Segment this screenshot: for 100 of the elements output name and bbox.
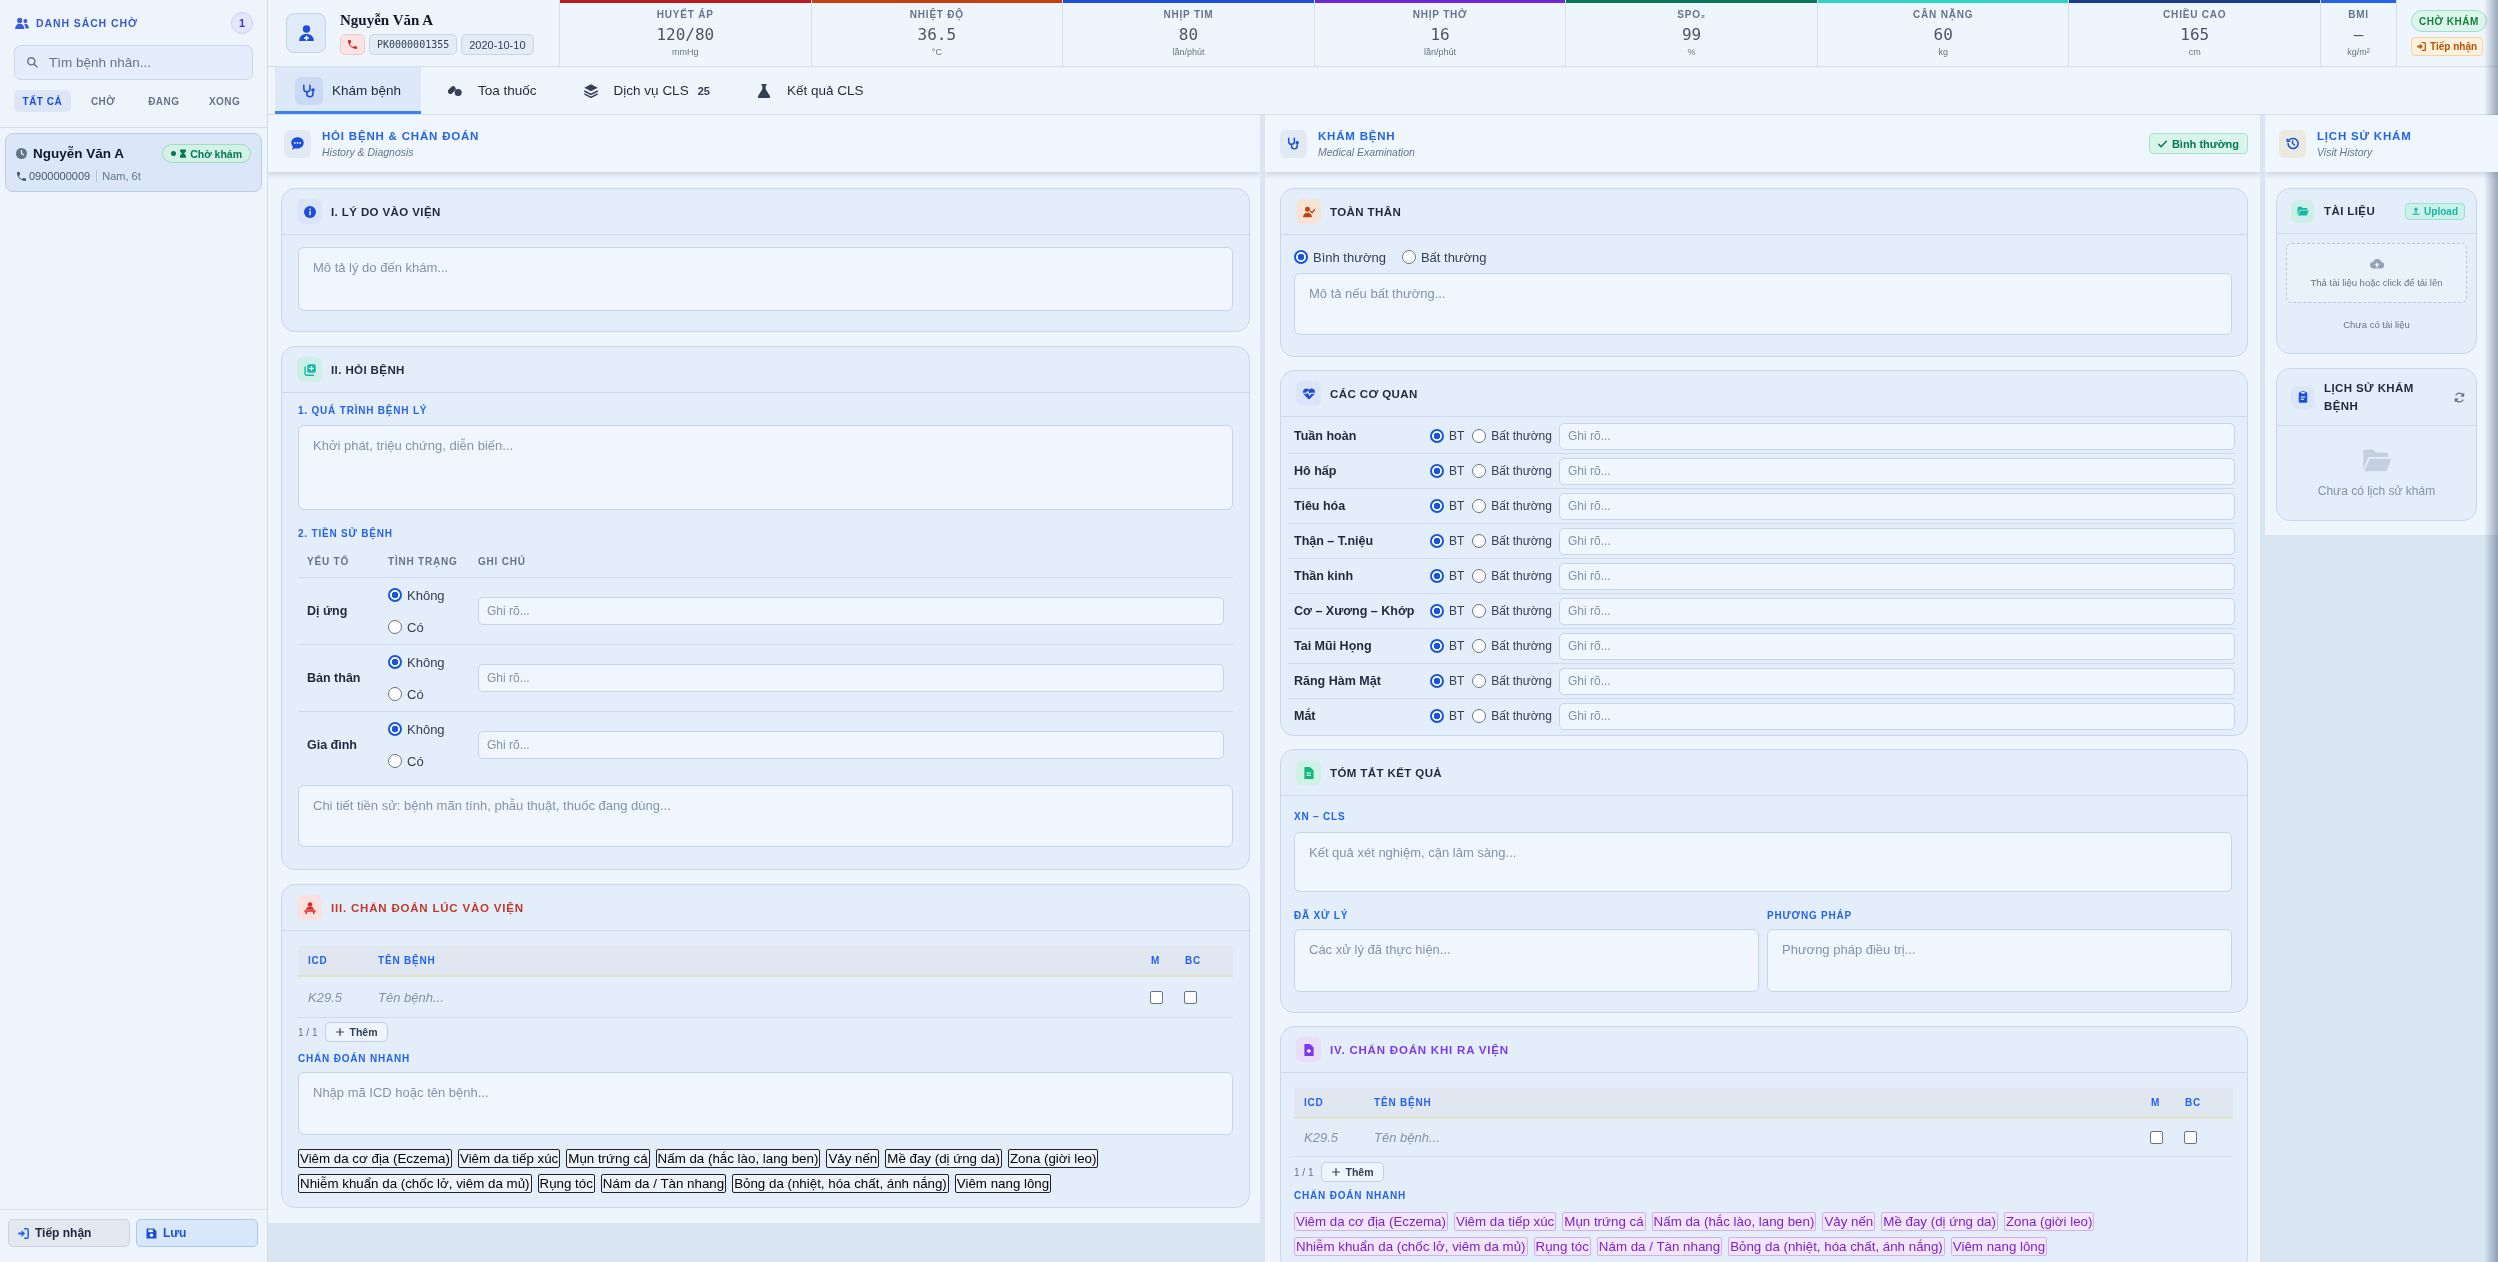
history-detail-input[interactable]: Chi tiết tiền sử: bệnh mãn tính, phẫu thuật, thuốc đang dùng... <box>298 785 1233 847</box>
checkbox[interactable] <box>1184 990 1197 1004</box>
radio-option[interactable]: Bất thường <box>1472 496 1552 516</box>
note-input[interactable]: Ghi rõ... <box>1558 632 2235 660</box>
radio-option[interactable]: BT <box>1430 671 1465 691</box>
quick-diagnosis-button[interactable]: Zona (giời leo) <box>1007 1149 1099 1168</box>
checkbox[interactable] <box>2184 1131 2197 1144</box>
note-input[interactable]: Ghi rõ... <box>1558 422 2235 450</box>
quick-diagnosis-button[interactable]: Viêm da cơ địa (Eczema) <box>298 1149 452 1168</box>
radio-option[interactable]: Có <box>388 751 424 771</box>
treatment-input[interactable]: Các xử lý đã thực hiện... <box>1294 929 1759 992</box>
radio-option[interactable]: BT <box>1430 531 1465 551</box>
checkbox[interactable] <box>2150 1131 2163 1144</box>
refresh-icon[interactable] <box>2454 391 2465 403</box>
quick-diagnosis-button[interactable]: Mụn trứng cá <box>1562 1212 1646 1231</box>
radio-option[interactable]: BT <box>1430 706 1465 726</box>
icd-code-input[interactable]: K29.5 <box>298 989 368 1005</box>
radio-option[interactable]: BT <box>1430 601 1465 621</box>
quick-diagnosis-button[interactable]: Nám da / Tàn nhang <box>600 1174 727 1193</box>
radio-option[interactable]: Bất thường <box>1472 671 1552 691</box>
quick-diagnosis-button[interactable]: Nhiễm khuẩn da (chốc lở, viêm da mủ) <box>298 1174 532 1193</box>
note-input[interactable]: Ghi rõ... <box>1558 667 2235 695</box>
radio-option[interactable]: BT <box>1430 636 1465 656</box>
radio-option[interactable]: Bất thường <box>1472 566 1552 586</box>
radio-option[interactable]: Bất thường <box>1401 247 1487 267</box>
quick-diagnosis-button[interactable]: Mụn trứng cá <box>566 1149 650 1168</box>
add-button[interactable]: Thêm <box>325 1022 389 1042</box>
quick-diagnosis-button[interactable]: Mề đay (dị ứng da) <box>885 1149 1002 1168</box>
tab[interactable]: Khám bệnh <box>275 67 422 114</box>
quick-diagnosis-button[interactable]: Viêm nang lông <box>954 1174 1052 1193</box>
note-input[interactable]: Ghi rõ... <box>1558 702 2235 730</box>
radio-option[interactable]: Không <box>388 585 445 605</box>
quick-diagnosis-button[interactable]: Nấm da (hắc lào, lang ben) <box>1651 1212 1817 1231</box>
quick-diagnosis-button[interactable]: Bỏng da (nhiệt, hóa chất, ánh nắng) <box>1728 1237 1945 1256</box>
quick-diagnosis-button[interactable]: Viêm da tiếp xúc <box>458 1149 561 1168</box>
quick-diagnosis-button[interactable]: Zona (giời leo) <box>2003 1212 2095 1231</box>
reason-input[interactable]: Mô tả lý do đến khám... <box>298 247 1233 311</box>
radio-option[interactable]: Bất thường <box>1472 636 1552 656</box>
add-button[interactable]: Thêm <box>1321 1162 1385 1182</box>
quick-diagnosis-button[interactable]: Mề đay (dị ứng da) <box>1881 1212 1998 1231</box>
quick-diagnosis-button[interactable]: Vảy nến <box>826 1149 880 1168</box>
filter-tab[interactable]: ĐANG <box>135 90 193 112</box>
note-input[interactable]: Ghi rõ... <box>478 664 1224 692</box>
quick-diagnosis-button[interactable]: Bỏng da (nhiệt, hóa chất, ánh nắng) <box>732 1174 949 1193</box>
search-field[interactable]: Tìm bệnh nhân... <box>14 45 253 80</box>
radio-option[interactable]: BT <box>1430 566 1465 586</box>
radio-option[interactable]: Bất thường <box>1472 426 1552 446</box>
users-icon <box>15 16 29 29</box>
general-notes-input[interactable]: Mô tả nếu bất thường... <box>1294 273 2232 335</box>
radio-option[interactable]: Có <box>388 617 424 637</box>
receive-button[interactable]: Tiếp nhận <box>8 1219 130 1247</box>
save-button[interactable]: Lưu <box>136 1219 258 1247</box>
note-input[interactable]: Ghi rõ... <box>1558 457 2235 485</box>
illness-course-input[interactable]: Khởi phát, triệu chứng, diễn biến... <box>298 425 1233 510</box>
radio-option[interactable]: Không <box>388 719 445 739</box>
radio-option[interactable]: Có <box>388 684 424 704</box>
file-dropzone[interactable]: Thả tài liệu hoặc click để tải lên <box>2286 243 2467 303</box>
tab[interactable]: Toa thuốc <box>421 67 557 114</box>
quick-diagnosis-button[interactable]: Viêm da cơ địa (Eczema) <box>1294 1212 1448 1231</box>
quick-diagnosis-button[interactable]: Nấm da (hắc lào, lang ben) <box>655 1149 821 1168</box>
checkbox[interactable] <box>1150 990 1163 1004</box>
note-input[interactable]: Ghi rõ... <box>1558 597 2235 625</box>
note-input[interactable]: Ghi rõ... <box>1558 527 2235 555</box>
radio-option[interactable]: Bất thường <box>1472 706 1552 726</box>
field-label: 2. TIỀN SỬ BỆNH <box>298 528 394 540</box>
patient-card[interactable]: Nguyễn Văn A Chờ khám 0900000009 Nam, 6t <box>5 133 262 192</box>
tab[interactable]: Dịch vụ CLS 25 <box>556 67 730 114</box>
filter-tab[interactable]: XONG <box>196 90 253 112</box>
scrollbar[interactable] <box>2484 0 2498 1262</box>
tab[interactable]: Kết quả CLS <box>729 67 884 114</box>
quick-diagnosis-button[interactable]: Viêm nang lông <box>1950 1237 2048 1256</box>
radio-option[interactable]: Bất thường <box>1472 461 1552 481</box>
filter-tab[interactable]: TẤT CẢ <box>14 90 71 112</box>
quick-diagnosis-button[interactable]: Nám da / Tàn nhang <box>1596 1237 1723 1256</box>
radio-option[interactable]: BT <box>1430 426 1465 446</box>
diagnosis-search-input[interactable]: Nhập mã ICD hoặc tên bệnh... <box>298 1072 1233 1135</box>
quick-diagnosis-button[interactable]: Vảy nến <box>1822 1212 1876 1231</box>
quick-diagnosis-button[interactable]: Rụng tóc <box>1533 1237 1591 1256</box>
filter-tab[interactable]: CHỜ <box>74 90 132 112</box>
radio-option[interactable]: Bất thường <box>1472 601 1552 621</box>
note-input[interactable]: Ghi rõ... <box>478 731 1224 759</box>
radio-option[interactable]: Bất thường <box>1472 531 1552 551</box>
call-button[interactable] <box>340 34 365 55</box>
radio-option[interactable]: BT <box>1430 496 1465 516</box>
radio-option[interactable]: Không <box>388 652 445 672</box>
quick-diagnosis-button[interactable]: Viêm da tiếp xúc <box>1454 1212 1557 1231</box>
radio-option[interactable]: BT <box>1430 461 1465 481</box>
disease-name-input[interactable]: Tên bệnh... <box>368 989 1147 1005</box>
note-input[interactable]: Ghi rõ... <box>478 597 1224 625</box>
disease-name-input[interactable]: Tên bệnh... <box>1364 1130 2147 1145</box>
test-results-input[interactable]: Kết quả xét nghiệm, cận lâm sàng... <box>1294 832 2232 892</box>
vital-value: 16 <box>1430 24 1450 46</box>
note-input[interactable]: Ghi rõ... <box>1558 492 2235 520</box>
note-input[interactable]: Ghi rõ... <box>1558 562 2235 590</box>
quick-diagnosis-button[interactable]: Rụng tóc <box>537 1174 595 1193</box>
receive-button[interactable]: Tiếp nhận <box>2411 37 2484 56</box>
quick-diagnosis-button[interactable]: Nhiễm khuẩn da (chốc lở, viêm da mủ) <box>1294 1237 1528 1256</box>
treatment-input[interactable]: Phương pháp điều trị... <box>1767 929 2232 992</box>
icd-code-input[interactable]: K29.5 <box>1294 1130 1364 1145</box>
radio-option[interactable]: Bình thường <box>1294 247 1386 267</box>
